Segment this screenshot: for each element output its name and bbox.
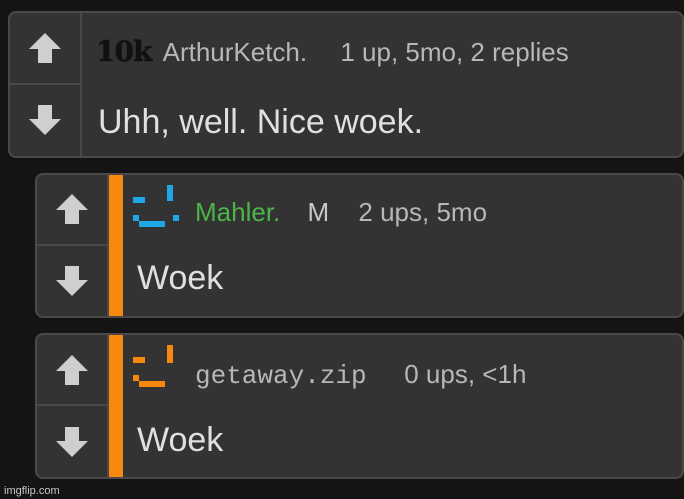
reply-stripe [109,335,123,477]
username-link[interactable]: ArthurKetch. [163,37,308,67]
downvote-button[interactable] [37,406,107,477]
vote-column [37,175,109,316]
avatar[interactable] [133,345,179,389]
upvote-button[interactable] [10,13,80,85]
reply-card: Mahler. M 2 ups, 5mo Woek [35,173,684,318]
avatar[interactable] [133,185,179,229]
comment-header: getaway.zip 0 ups, <1h [195,359,526,391]
username-link[interactable]: Mahler. [195,197,280,227]
upvote-button[interactable] [37,175,107,246]
reply-card: getaway.zip 0 ups, <1h Woek [35,333,684,479]
comment-text: Woek [137,259,224,297]
arrow-down-icon [56,265,88,296]
username-link[interactable]: getaway.zip [195,361,367,391]
comment-header: Mahler. M 2 ups, 5mo [195,197,487,228]
vote-column [37,335,109,477]
comment-text: Woek [137,421,224,459]
comment-meta: 1 up, 5mo, 2 replies [340,37,569,67]
watermark: imgflip.com [4,485,60,497]
arrow-down-icon [29,105,61,136]
comment-meta: 2 ups, 5mo [358,197,488,227]
arrow-up-icon [56,354,88,385]
reply-stripe [109,175,123,316]
downvote-button[interactable] [37,246,107,317]
upvote-button[interactable] [37,335,107,406]
comment-header: 10k ArthurKetch. 1 up, 5mo, 2 replies [96,35,569,68]
mod-badge: M [307,197,330,227]
comment-text: Uhh, well. Nice woek. [98,103,424,141]
points-badge: 10k [96,35,152,68]
downvote-button[interactable] [10,85,80,157]
comment-card: 10k ArthurKetch. 1 up, 5mo, 2 replies Uh… [8,11,684,158]
arrow-up-icon [29,32,61,63]
arrow-down-icon [56,426,88,457]
arrow-up-icon [56,194,88,225]
comment-meta: 0 ups, <1h [404,359,527,389]
vote-column [10,13,82,156]
